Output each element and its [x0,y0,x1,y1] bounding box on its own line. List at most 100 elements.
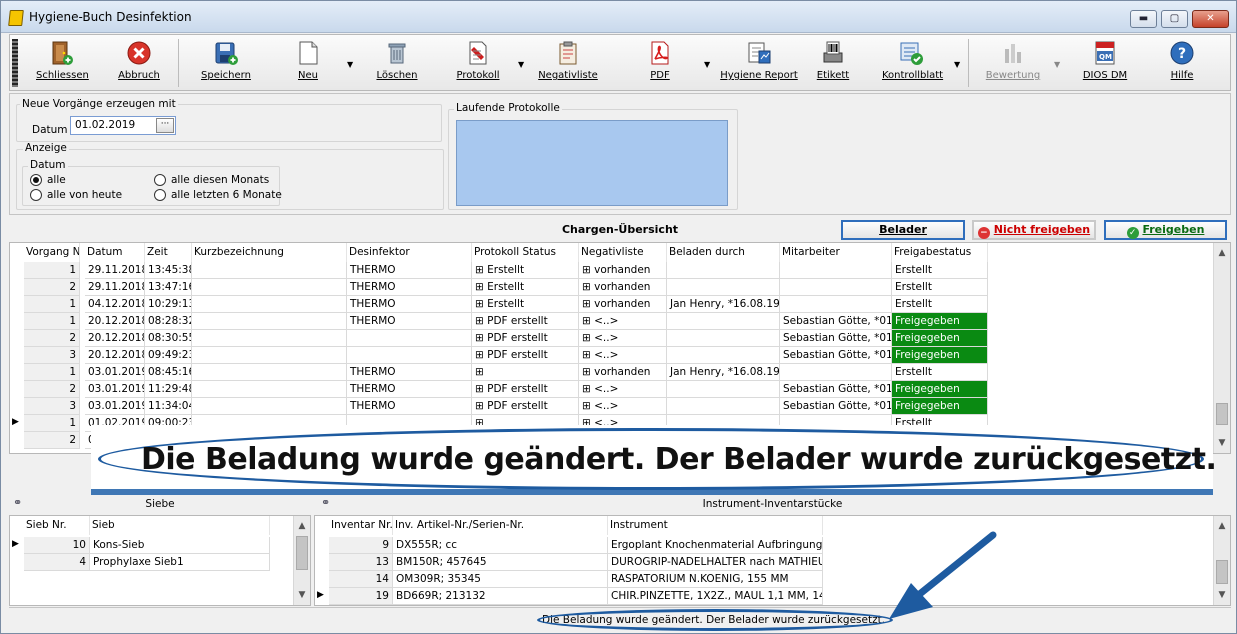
scroll-thumb[interactable] [1216,560,1228,584]
kurzbezeichnung-cell [192,330,347,347]
chargen-grid[interactable]: ▲ ▼ Vorgang Nr. DatumZeitKurzbezeichnungD… [9,242,1231,454]
toolbar-grip[interactable] [12,39,18,87]
column-header[interactable]: Desinfektor [347,243,472,262]
artikel-nr-cell: DX555R; cc [393,537,608,554]
table-row[interactable]: 3 20.12.2018 09:49:23 ⊞ PDF erstellt ⊞ <..> S… [10,347,988,364]
instruments-grid[interactable]: ▲ ▼ Inventar Nr. Inv. Artikel-Nr./Serien-… [314,515,1231,606]
scroll-down-icon[interactable]: ▼ [1214,435,1230,451]
beladen-durch-cell: Jan Henry, *16.08.1987 [667,364,780,381]
table-row[interactable]: 9 DX555R; cc Ergoplant Knochenmaterial Auf… [315,537,825,554]
table-row[interactable]: 14 OM309R; 35345 RASPATORIUM N.KOENIG, 155… [315,571,825,588]
table-row[interactable]: 2 20.12.2018 08:30:55 ⊞ PDF erstellt ⊞ <..> S… [10,330,988,347]
nicht-freigeben-button[interactable]: − Nicht freigeben [972,220,1096,240]
scroll-down-icon[interactable]: ▼ [294,587,310,603]
table-row[interactable]: 1 04.12.2018 10:29:13 THERMO ⊞ Erstellt ⊞ vor… [10,296,988,313]
pdf-dropdown-arrow[interactable]: ▼ [704,60,710,69]
rating-icon [1005,44,1021,63]
belader-label: Belader [879,223,927,236]
vorgang-cell: 3 [24,398,80,415]
toolbar-label: Neu [298,70,318,81]
table-row[interactable]: 4 Prophylaxe Sieb1 [10,554,272,571]
protokoll-status-cell: ⊞ PDF erstellt [472,347,579,364]
speichern-button[interactable]: Speichern [198,39,254,89]
column-header[interactable]: Freigabestatus [892,243,988,262]
scroll-up-icon[interactable]: ▲ [1214,518,1230,534]
neu-button[interactable]: Neu [288,39,328,89]
scroll-thumb[interactable] [296,536,308,570]
instruments-scrollbar[interactable]: ▲ ▼ [1213,516,1230,605]
loeschen-button[interactable]: Löschen [374,39,420,89]
scroll-thumb[interactable] [1216,403,1228,425]
report-icon [748,42,771,64]
scroll-up-icon[interactable]: ▲ [294,518,310,534]
binoculars-icon[interactable]: ⚭ [13,496,22,509]
scroll-up-icon[interactable]: ▲ [1214,245,1230,261]
running-protocols-list[interactable] [456,120,728,206]
pdf-icon [651,41,669,65]
radio-alle-diesen-monats[interactable] [154,174,166,186]
hilfe-button[interactable]: ? Hilfe [1162,39,1202,89]
radio-alle-von-heute[interactable] [30,189,42,201]
freigabestatus-cell: Erstellt [892,279,988,296]
table-row[interactable]: 13 BM150R; 457645 DUROGRIP-NADELHALTER nac… [315,554,825,571]
table-row[interactable]: 2 03.01.2019 11:29:48 THERMO ⊞ PDF erstellt ⊞… [10,381,988,398]
kontrollblatt-dropdown-arrow[interactable]: ▼ [954,60,960,69]
sieb-nr-cell: 10 [24,537,90,554]
protocol-icon [469,41,487,65]
negativliste-cell: ⊞ <..> [579,313,667,330]
siebe-grid[interactable]: ▲ ▼ Sieb Nr. Sieb ▶ 10 Kons-Sieb 4 Prophylaxe … [9,515,311,606]
column-header[interactable]: Inv. Artikel-Nr./Serien-Nr. [393,516,608,535]
protokoll-button[interactable]: Protokoll [454,39,502,89]
close-button[interactable]: ✕ [1192,10,1229,28]
abbruch-button[interactable]: Abbruch [114,39,164,89]
table-row[interactable]: 1 03.01.2019 08:45:16 THERMO ⊞ ⊞ vorhanden Jan… [10,364,988,381]
column-header[interactable]: Beladen durch [667,243,780,262]
column-header[interactable]: Mitarbeiter [780,243,892,262]
freigeben-label: Freigeben [1142,223,1205,236]
date-picker-button[interactable]: ··· [156,118,174,133]
table-row[interactable]: 1 29.11.2018 13:45:38 THERMO ⊞ Erstellt ⊞ vor… [10,262,988,279]
binoculars-icon[interactable]: ⚭ [321,496,330,509]
table-row[interactable]: ▶ 10 Kons-Sieb [10,537,272,554]
toolbar-label: Kontrollblatt [882,70,944,81]
radio-alle-letzten-6-monate[interactable] [154,189,166,201]
pdf-button[interactable]: PDF [642,39,678,89]
maximize-button[interactable]: ▢ [1161,10,1188,28]
etikett-button[interactable]: Etikett [814,39,852,89]
chargen-scrollbar[interactable]: ▲ ▼ [1213,243,1230,453]
column-header[interactable]: Inventar Nr. [329,516,393,535]
table-row[interactable]: 2 29.11.2018 13:47:16 THERMO ⊞ Erstellt ⊞ vor… [10,279,988,296]
column-header[interactable]: Negativliste [579,243,667,262]
radio-alle[interactable] [30,174,42,186]
table-row[interactable]: 3 03.01.2019 11:34:04 THERMO ⊞ PDF erstellt ⊞… [10,398,988,415]
column-header[interactable]: Kurzbezeichnung [192,243,347,262]
siebe-scrollbar[interactable]: ▲ ▼ [293,516,310,605]
column-header[interactable]: Instrument [608,516,823,535]
table-row[interactable]: 1 20.12.2018 08:28:32 THERMO ⊞ PDF erstellt ⊞… [10,313,988,330]
kurzbezeichnung-cell [192,364,347,381]
svg-text:?: ? [1178,46,1186,62]
neu-dropdown-arrow[interactable]: ▼ [347,60,353,69]
label-printer-icon [823,41,843,63]
schliessen-button[interactable]: Schliessen [36,39,89,89]
belader-button[interactable]: Belader [841,220,965,240]
dios-dm-button[interactable]: QM DIOS DM [1076,39,1134,89]
column-header[interactable]: Datum [85,243,145,262]
column-header[interactable]: Sieb Nr. [24,516,90,535]
table-row[interactable]: ▶ 19 BD669R; 213132 CHIR.PINZETTE, 1X2Z., M… [315,588,825,605]
column-header[interactable]: Zeit [145,243,192,262]
protokoll-status-cell: ⊞ PDF erstellt [472,381,579,398]
negativliste-button[interactable]: Negativliste [538,39,598,89]
toolbar-separator [178,39,179,87]
column-header[interactable]: Sieb [90,516,270,535]
hygiene-report-button[interactable]: Hygiene Report [718,39,800,89]
column-header[interactable]: Vorgang Nr. [24,243,80,262]
minimize-button[interactable]: ▬ [1130,10,1157,28]
date-input[interactable]: 01.02.2019 ··· [70,116,176,135]
column-header[interactable]: Protokoll Status [472,243,579,262]
freigeben-button[interactable]: ✓ Freigeben [1104,220,1227,240]
kontrollblatt-button[interactable]: Kontrollblatt [882,39,944,89]
protokoll-dropdown-arrow[interactable]: ▼ [518,60,524,69]
scroll-down-icon[interactable]: ▼ [1214,587,1230,603]
toolbar-label: Löschen [376,70,418,81]
